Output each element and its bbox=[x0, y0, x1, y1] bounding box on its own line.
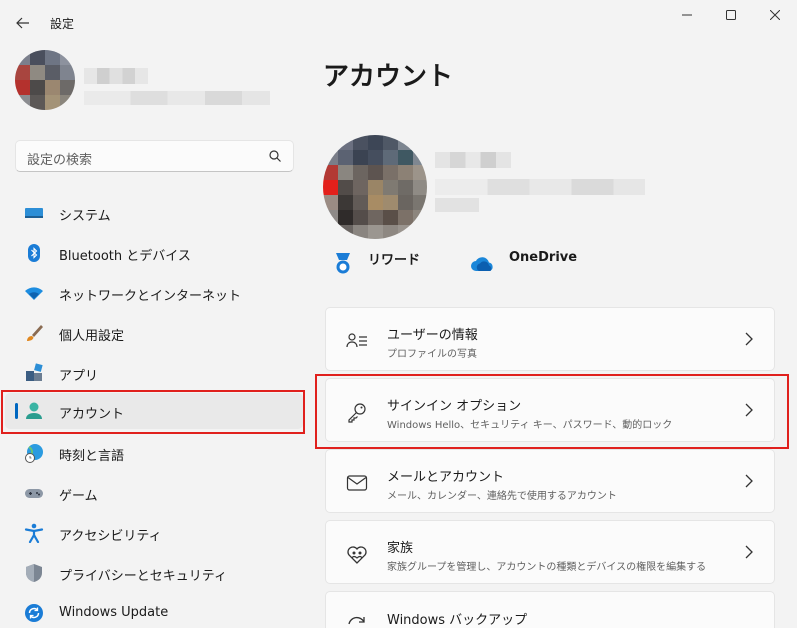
chevron-right-icon bbox=[745, 332, 753, 346]
apps-icon bbox=[26, 363, 43, 381]
close-icon bbox=[770, 10, 780, 20]
card-family[interactable]: 家族 家族グループを管理し、アカウントの種類とデバイスの権限を編集する bbox=[325, 520, 775, 584]
account-email-redacted bbox=[435, 179, 645, 195]
user-email-redacted bbox=[84, 91, 270, 105]
sidebar-item-time-language[interactable]: 時刻と言語 bbox=[5, 435, 303, 471]
onedrive-cloud-icon[interactable] bbox=[470, 255, 496, 273]
shield-icon bbox=[26, 564, 42, 582]
sidebar-item-label: 時刻と言語 bbox=[59, 449, 125, 464]
sidebar-item-windows-update[interactable]: Windows Update bbox=[5, 595, 303, 628]
user-info-icon bbox=[346, 333, 367, 348]
card-user-info[interactable]: ユーザーの情報 プロファイルの写真 bbox=[325, 307, 775, 371]
card-subtitle: 家族グループを管理し、アカウントの種類とデバイスの権限を編集する bbox=[387, 562, 707, 573]
card-title: ユーザーの情報 bbox=[387, 328, 478, 343]
sidebar-item-personalization[interactable]: 個人用設定 bbox=[5, 315, 303, 351]
rewards-link[interactable]: リワード bbox=[368, 249, 420, 268]
sidebar-item-bluetooth[interactable]: Bluetooth とデバイス bbox=[5, 235, 303, 271]
search-placeholder: 設定の検索 bbox=[27, 153, 93, 168]
gamepad-icon bbox=[25, 489, 43, 498]
windows-update-icon bbox=[25, 604, 43, 622]
close-button[interactable] bbox=[760, 4, 790, 26]
sidebar-item-label: 個人用設定 bbox=[59, 329, 125, 344]
maximize-icon bbox=[726, 10, 736, 20]
bluetooth-icon bbox=[28, 244, 40, 262]
card-title: Windows バックアップ bbox=[387, 613, 528, 628]
sidebar-item-privacy[interactable]: プライバシーとセキュリティ bbox=[5, 555, 303, 591]
sidebar-item-gaming[interactable]: ゲーム bbox=[5, 475, 303, 511]
account-avatar[interactable] bbox=[323, 135, 427, 239]
sidebar-item-network[interactable]: ネットワークとインターネット bbox=[5, 275, 303, 311]
sidebar-item-label: プライバシーとセキュリティ bbox=[59, 569, 227, 584]
user-avatar[interactable] bbox=[15, 50, 75, 110]
account-name-redacted bbox=[435, 152, 511, 168]
minimize-button[interactable] bbox=[672, 4, 702, 26]
arrow-left-icon bbox=[16, 17, 29, 29]
card-subtitle: メール、カレンダー、連絡先で使用するアカウント bbox=[387, 491, 617, 502]
mail-icon bbox=[346, 475, 368, 491]
sidebar-item-label: ゲーム bbox=[59, 489, 98, 504]
card-title: メールとアカウント bbox=[387, 470, 505, 485]
chevron-right-icon bbox=[745, 545, 753, 559]
title-bar: 設定 bbox=[0, 0, 797, 44]
page-title: アカウント bbox=[323, 62, 454, 92]
highlight-box-sign-in-options bbox=[315, 374, 789, 449]
search-input[interactable]: 設定の検索 bbox=[15, 140, 294, 172]
onedrive-link[interactable]: OneDrive bbox=[509, 250, 577, 265]
card-title: 家族 bbox=[387, 541, 414, 556]
sidebar-item-label: アプリ bbox=[59, 369, 99, 384]
maximize-button[interactable] bbox=[716, 4, 746, 26]
globe-clock-icon bbox=[25, 444, 43, 463]
sidebar-item-label: Windows Update bbox=[59, 605, 169, 620]
sidebar-item-apps[interactable]: アプリ bbox=[5, 355, 303, 391]
back-button[interactable] bbox=[12, 12, 34, 34]
wifi-icon bbox=[25, 287, 43, 300]
search-icon[interactable] bbox=[268, 149, 282, 163]
monitor-icon bbox=[25, 208, 43, 218]
family-heart-icon bbox=[347, 546, 367, 564]
sidebar-item-label: Bluetooth とデバイス bbox=[59, 249, 191, 264]
window-title: 設定 bbox=[50, 17, 75, 31]
sidebar-item-system[interactable]: システム bbox=[5, 195, 303, 231]
highlight-box-accounts bbox=[1, 390, 305, 434]
rewards-medal-icon[interactable] bbox=[332, 252, 354, 276]
accessibility-icon bbox=[24, 523, 44, 543]
card-email-accounts[interactable]: メールとアカウント メール、カレンダー、連絡先で使用するアカウント bbox=[325, 449, 775, 513]
account-type-redacted bbox=[435, 198, 479, 212]
sidebar-item-label: ネットワークとインターネット bbox=[59, 289, 242, 304]
user-name-redacted bbox=[84, 68, 148, 84]
sidebar-item-label: システム bbox=[59, 209, 111, 224]
sidebar-item-label: アクセシビリティ bbox=[59, 529, 162, 544]
paintbrush-icon bbox=[27, 325, 43, 341]
card-windows-backup[interactable]: Windows バックアップ bbox=[325, 591, 775, 628]
card-subtitle: プロファイルの写真 bbox=[387, 349, 477, 360]
chevron-right-icon bbox=[745, 474, 753, 488]
backup-icon bbox=[348, 616, 365, 625]
minimize-icon bbox=[682, 14, 692, 16]
sidebar-item-accessibility[interactable]: アクセシビリティ bbox=[5, 515, 303, 551]
